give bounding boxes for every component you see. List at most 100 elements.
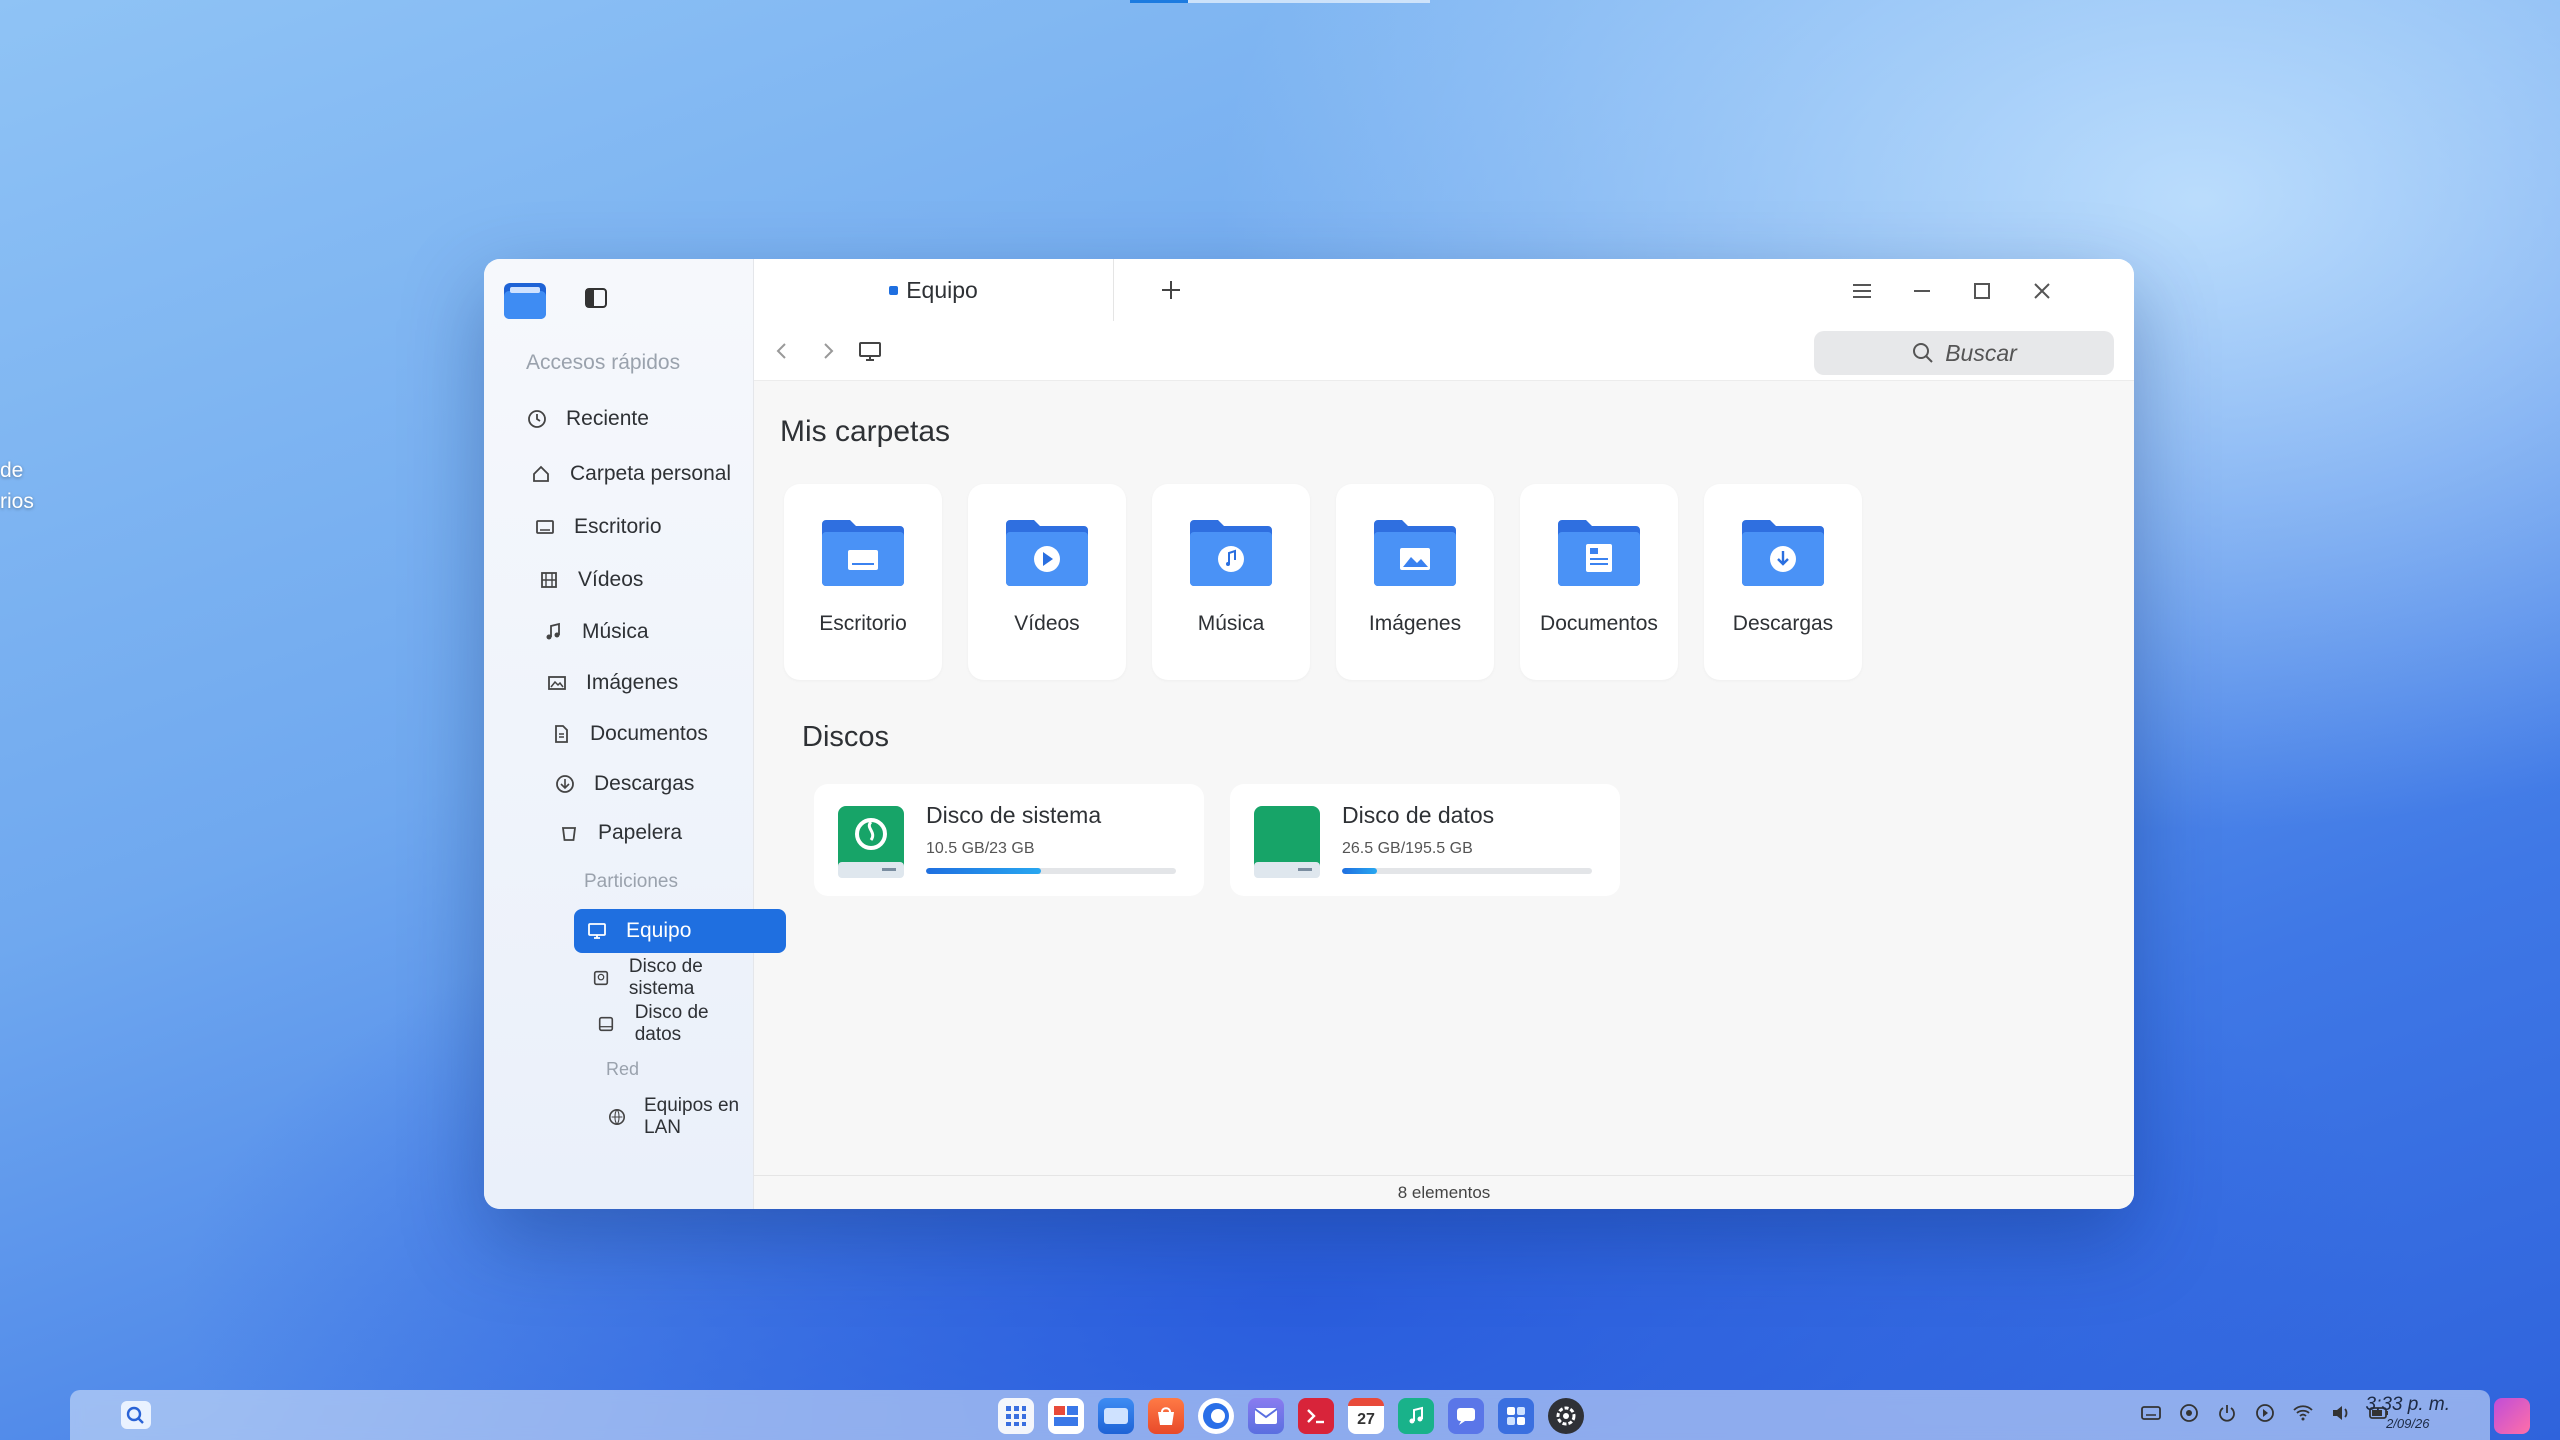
folder-card[interactable]: Escritorio xyxy=(784,484,942,680)
disk-usage-bar xyxy=(926,868,1176,874)
close-icon[interactable] xyxy=(2028,277,2056,305)
menu-icon[interactable] xyxy=(1848,277,1876,305)
image-icon xyxy=(546,672,568,694)
system-tray xyxy=(2140,1402,2390,1424)
forward-arrow-icon[interactable] xyxy=(814,337,842,365)
search-field[interactable]: Buscar xyxy=(1814,331,2114,375)
folder-label: Documentos xyxy=(1540,612,1658,635)
wifi-icon[interactable] xyxy=(2292,1402,2314,1424)
dock: 27 xyxy=(998,1398,1584,1434)
sidebar-item-images[interactable]: Imágenes xyxy=(546,661,678,705)
disk-card-data[interactable]: Disco de datos 26.5 GB/195.5 GB xyxy=(1230,784,1620,896)
system-disk-icon xyxy=(592,967,611,989)
sidebar-toggle-icon[interactable] xyxy=(584,287,608,309)
network-status-icon[interactable] xyxy=(2178,1402,2200,1424)
system-disk-drive-icon xyxy=(838,806,904,878)
disk-usage: 10.5 GB/23 GB xyxy=(926,840,1035,857)
plus-icon[interactable] xyxy=(1154,273,1188,307)
keyboard-icon[interactable] xyxy=(2140,1402,2162,1424)
main-pane: Equipo Buscar Mis carpetas Escritorio Víd… xyxy=(754,259,2134,1209)
top-indicator xyxy=(1130,0,1430,3)
sidebar-item-label: Disco de datos xyxy=(634,1002,709,1045)
tab-equipo[interactable]: Equipo xyxy=(754,259,1114,321)
sidebar-item-label: Música xyxy=(582,620,649,643)
minimize-icon[interactable] xyxy=(1908,277,1936,305)
sidebar-item-trash[interactable]: Papelera xyxy=(558,811,682,855)
data-disk-icon xyxy=(596,1013,617,1035)
sidebar-item-desktop[interactable]: Escritorio xyxy=(534,505,662,549)
sidebar-item-label: Reciente xyxy=(566,407,649,430)
sidebar-item-label: Equipo xyxy=(626,919,692,942)
status-bar: 8 elementos xyxy=(754,1175,2134,1209)
back-arrow-icon[interactable] xyxy=(768,337,796,365)
disk-usage-fill xyxy=(1342,868,1377,874)
calendar-day: 27 xyxy=(1357,1411,1375,1428)
folder-card[interactable]: Música xyxy=(1152,484,1310,680)
sidebar-item-label: Documentos xyxy=(590,722,708,745)
folder-label: Escritorio xyxy=(819,612,907,635)
mail-icon[interactable] xyxy=(1248,1398,1284,1434)
search-icon[interactable] xyxy=(120,1400,152,1430)
disk-usage: 26.5 GB/195.5 GB xyxy=(1342,840,1473,857)
settings-gear-icon[interactable] xyxy=(1548,1398,1584,1434)
sidebar-item-system-disk[interactable]: Disco de sistema xyxy=(592,956,753,1000)
media-icon[interactable] xyxy=(2254,1402,2276,1424)
folder-label: Imágenes xyxy=(1368,612,1462,635)
music-folder-icon xyxy=(1190,520,1272,586)
sidebar-item-documents[interactable]: Documentos xyxy=(550,712,708,756)
folders-heading: Mis carpetas xyxy=(780,415,951,448)
folder-label: Vídeos xyxy=(1014,612,1080,635)
network-icon xyxy=(608,1106,626,1128)
sidebar-item-label: Descargas xyxy=(594,772,695,795)
clock-date: 2/09/26 xyxy=(2386,1416,2430,1431)
terminal-icon[interactable] xyxy=(1298,1398,1334,1434)
clock-time: 3:33 p. m. xyxy=(2365,1394,2451,1415)
quick-access-title: Accesos rápidos xyxy=(526,351,681,374)
music-app-icon[interactable] xyxy=(1398,1398,1434,1434)
sidebar-item-lan[interactable]: Equipos en LAN xyxy=(608,1095,753,1139)
volume-icon[interactable] xyxy=(2330,1402,2352,1424)
folder-card[interactable]: Vídeos xyxy=(968,484,1126,680)
folder-card[interactable]: Descargas xyxy=(1704,484,1862,680)
maximize-icon[interactable] xyxy=(1968,277,1996,305)
sidebar-item-label: Disco de sistema xyxy=(628,956,703,999)
tab-indicator xyxy=(889,285,899,295)
folder-card[interactable]: Imágenes xyxy=(1336,484,1494,680)
disk-usage-bar xyxy=(1342,868,1592,874)
app-store-icon[interactable] xyxy=(1148,1398,1184,1434)
chat-icon[interactable] xyxy=(1448,1398,1484,1434)
sidebar-item-recent[interactable]: Reciente xyxy=(526,397,649,441)
computer-breadcrumb-icon[interactable] xyxy=(856,337,884,365)
data-disk-drive-icon xyxy=(1254,806,1320,878)
desktop-icon-label[interactable]: de rios xyxy=(0,455,34,517)
desktop-label-line: rios xyxy=(0,490,34,513)
folder-card[interactable]: Documentos xyxy=(1520,484,1678,680)
clock[interactable]: 3:33 p. m. 2/09/26 xyxy=(2366,1394,2451,1431)
desktop-icon xyxy=(534,516,556,538)
sidebar-item-data-disk[interactable]: Disco de datos xyxy=(596,1002,753,1046)
power-icon[interactable] xyxy=(2216,1402,2238,1424)
control-panel-icon[interactable] xyxy=(1498,1398,1534,1434)
images-folder-icon xyxy=(1374,520,1456,586)
launcher-icon[interactable] xyxy=(998,1398,1034,1434)
sidebar-item-label: Vídeos xyxy=(578,568,644,591)
multitasking-icon[interactable] xyxy=(1048,1398,1084,1434)
download-icon xyxy=(554,773,576,795)
browser-icon[interactable] xyxy=(1198,1398,1234,1434)
file-manager-icon[interactable] xyxy=(1098,1398,1134,1434)
sidebar-item-downloads[interactable]: Descargas xyxy=(554,762,694,806)
sidebar-item-label: Escritorio xyxy=(574,515,662,538)
assistant-icon[interactable] xyxy=(2494,1398,2530,1434)
partitions-title: Particiones xyxy=(584,871,678,892)
sidebar-item-home[interactable]: Carpeta personal xyxy=(530,452,731,496)
desktop-label-line: de xyxy=(0,459,24,482)
documents-folder-icon xyxy=(1558,520,1640,586)
sidebar-item-videos[interactable]: Vídeos xyxy=(538,558,643,602)
sidebar-item-music[interactable]: Música xyxy=(542,610,649,654)
tab-label: Equipo xyxy=(906,276,978,303)
calendar-icon[interactable]: 27 xyxy=(1348,1398,1384,1434)
home-icon xyxy=(530,463,552,485)
disk-card-system[interactable]: Disco de sistema 10.5 GB/23 GB xyxy=(814,784,1204,896)
music-note-icon xyxy=(542,621,564,643)
network-title: Red xyxy=(606,1059,640,1079)
